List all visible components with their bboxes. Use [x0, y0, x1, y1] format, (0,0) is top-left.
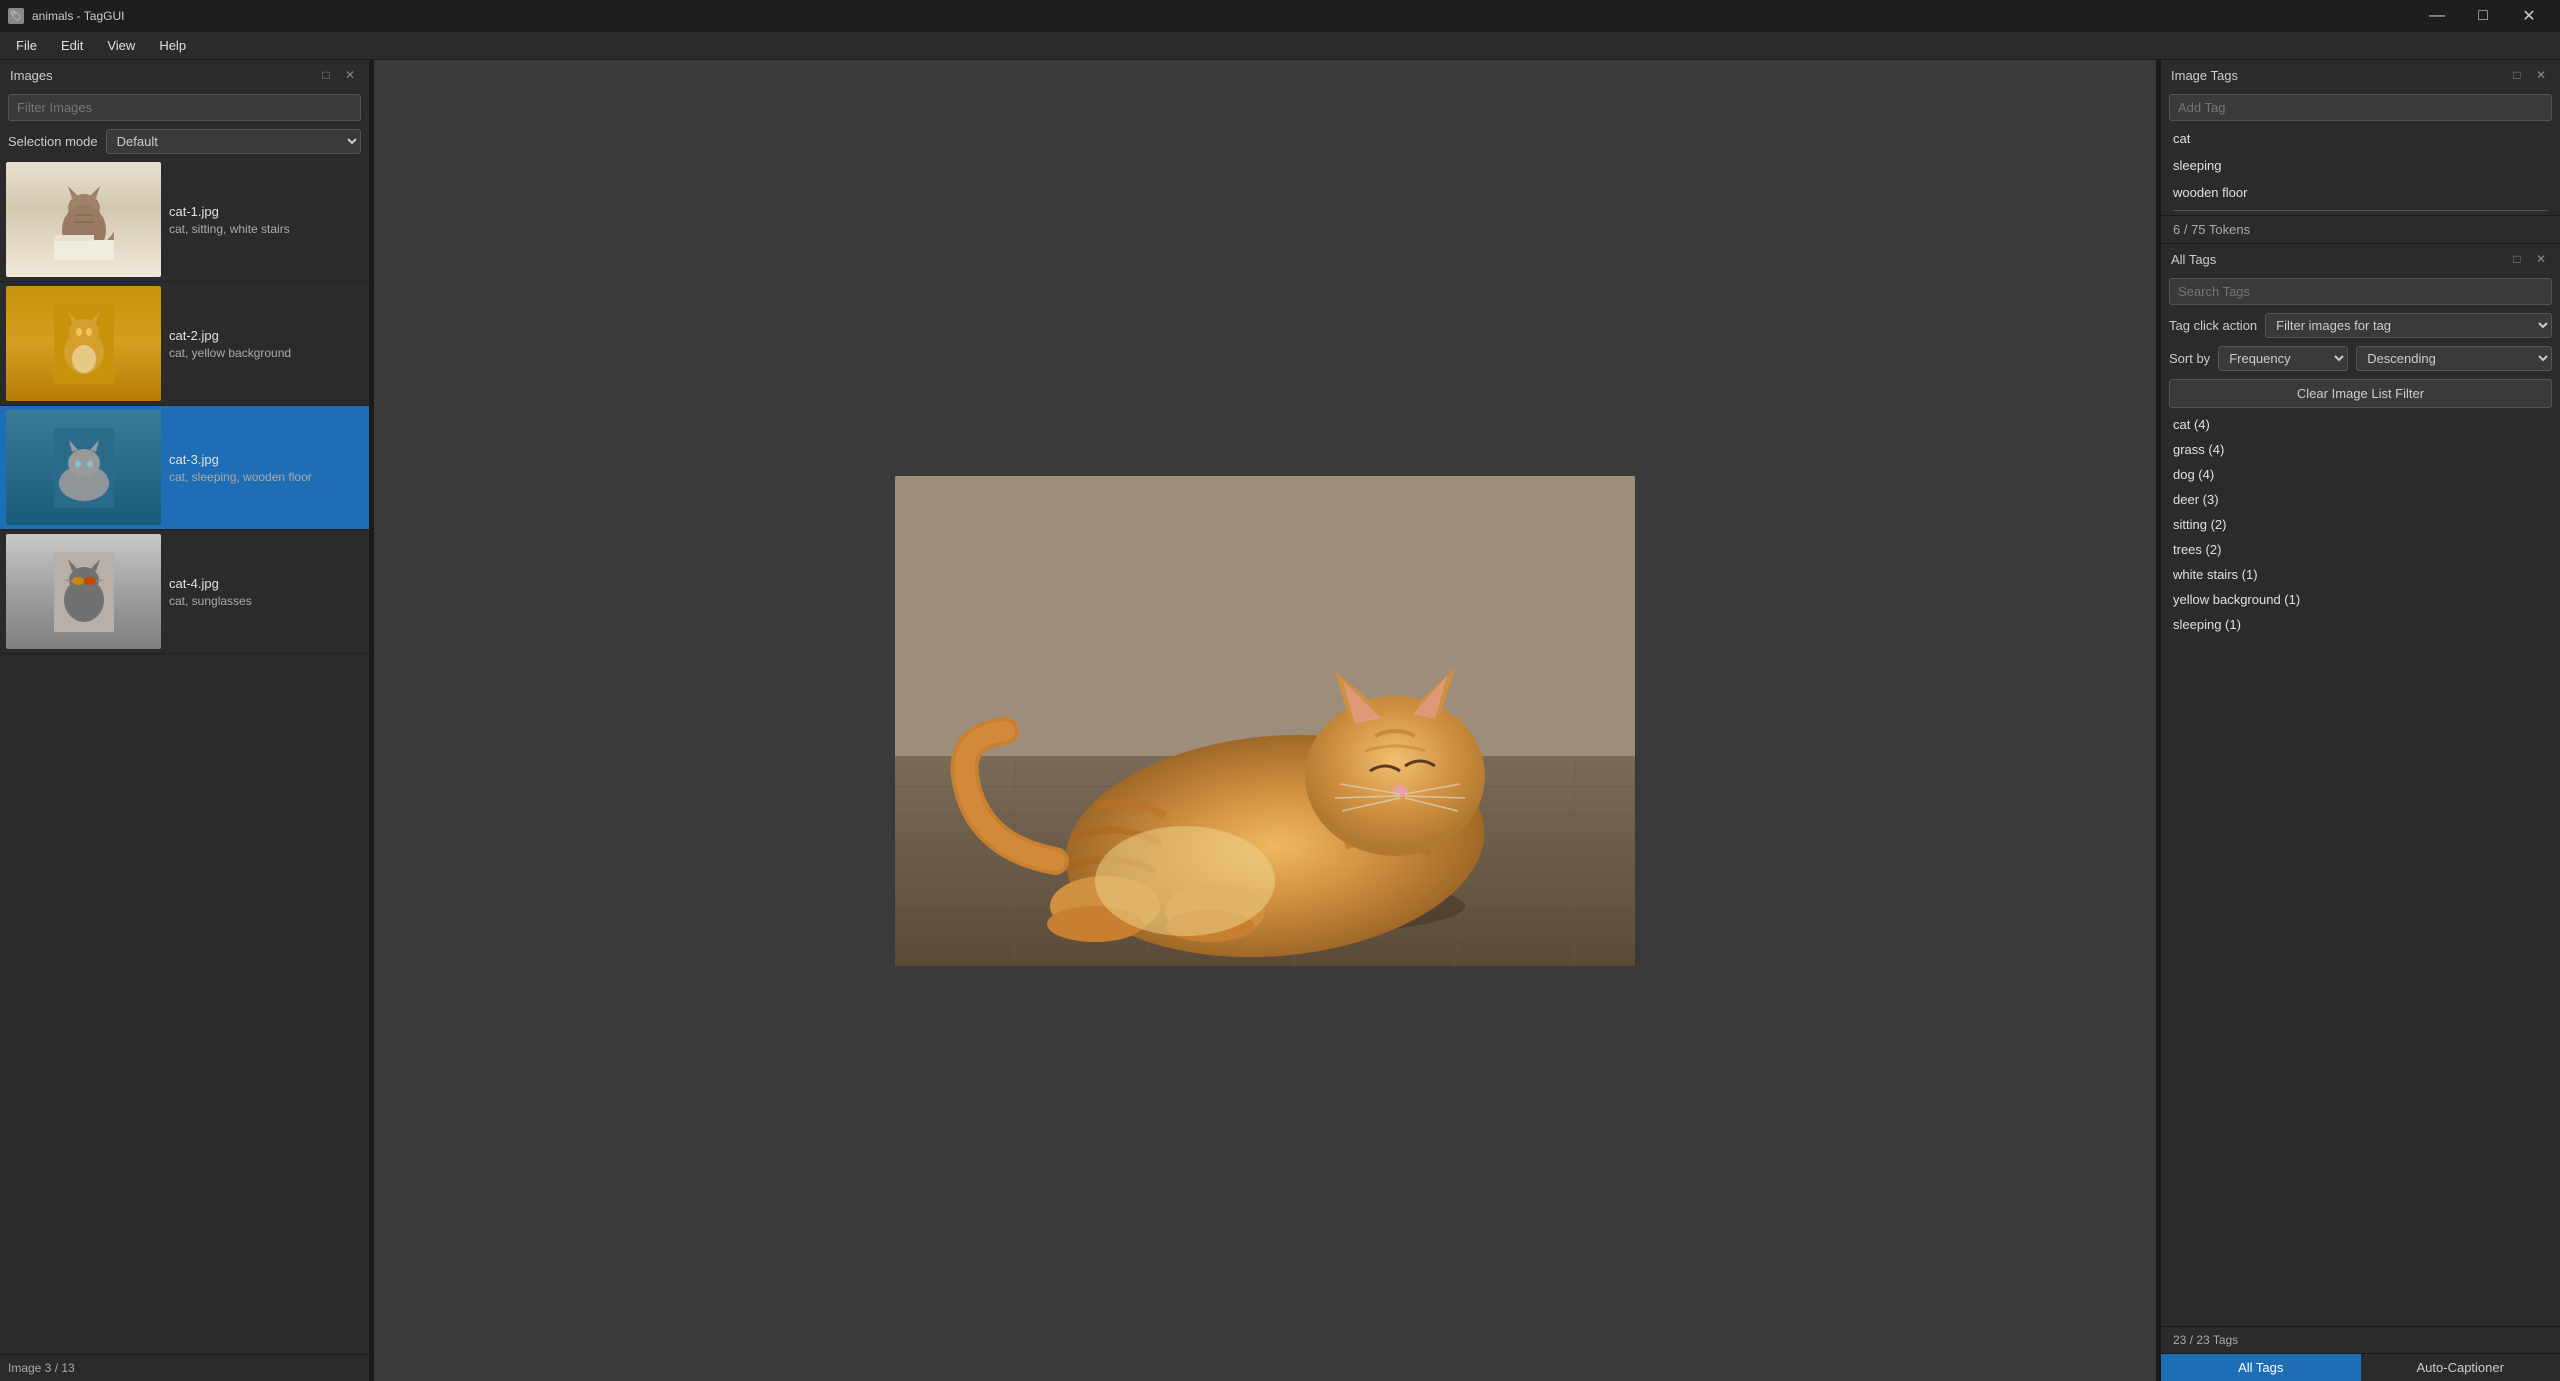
image-filename: cat-2.jpg [169, 328, 363, 343]
image-info: cat-2.jpg cat, yellow background [169, 328, 363, 360]
image-thumbnail [6, 534, 161, 649]
all-tags-controls: □ ✕ [2508, 250, 2550, 268]
images-panel-close-button[interactable]: ✕ [341, 66, 359, 84]
filter-images-input[interactable] [8, 94, 361, 121]
menu-file[interactable]: File [4, 34, 49, 57]
image-list-item[interactable]: cat-2.jpg cat, yellow background [0, 282, 369, 406]
sort-by-row: Sort by Frequency Alphabetical Descendin… [2161, 342, 2560, 375]
image-thumbnail [6, 162, 161, 277]
selection-mode-select[interactable]: Default Multi-select [106, 129, 361, 154]
thumbnail-cat3 [6, 410, 161, 525]
thumbnail-cat1 [6, 162, 161, 277]
all-tags-close-button[interactable]: ✕ [2532, 250, 2550, 268]
main-image-display [895, 476, 1635, 966]
sort-by-select[interactable]: Frequency Alphabetical [2218, 346, 2348, 371]
all-tags-pin-button[interactable]: □ [2508, 250, 2526, 268]
image-filename: cat-1.jpg [169, 204, 363, 219]
all-tags-list-item[interactable]: sleeping (1) [2161, 612, 2560, 637]
current-image-tags-list: cat sleeping wooden floor [2161, 125, 2560, 206]
image-list-item[interactable]: cat-1.jpg cat, sitting, white stairs [0, 158, 369, 282]
tag-click-action-row: Tag click action Filter images for tag A… [2161, 309, 2560, 342]
image-tags-text: cat, yellow background [169, 346, 363, 360]
divider [2173, 210, 2548, 211]
tokens-display: 6 / 75 Tokens [2161, 215, 2560, 244]
tag-list-item[interactable]: wooden floor [2161, 179, 2560, 206]
sort-by-label: Sort by [2169, 351, 2210, 366]
images-panel-pin-button[interactable]: □ [317, 66, 335, 84]
all-tags-list-item[interactable]: white stairs (1) [2161, 562, 2560, 587]
tag-click-action-label: Tag click action [2169, 318, 2257, 333]
all-tags-list-item[interactable]: dog (4) [2161, 462, 2560, 487]
menu-view[interactable]: View [95, 34, 147, 57]
image-info: cat-1.jpg cat, sitting, white stairs [169, 204, 363, 236]
close-button[interactable]: ✕ [2506, 0, 2552, 32]
main-image-container [895, 476, 1635, 966]
all-tags-list-item[interactable]: deer (3) [2161, 487, 2560, 512]
images-panel-controls: □ ✕ [317, 66, 359, 84]
all-tags-list-item[interactable]: trees (2) [2161, 537, 2560, 562]
main-content: Images □ ✕ Selection mode Default Multi-… [0, 60, 2560, 1381]
all-tags-footer: All Tags Auto-Captioner [2161, 1353, 2560, 1381]
image-list-item[interactable]: cat-3.jpg cat, sleeping, wooden floor [0, 406, 369, 530]
titlebar: 🏷 animals - TagGUI — □ ✕ [0, 0, 2560, 32]
tag-click-action-select[interactable]: Filter images for tag Add tag to image R… [2265, 313, 2552, 338]
image-tags-text: cat, sleeping, wooden floor [169, 470, 363, 484]
search-tags-input[interactable] [2169, 278, 2552, 305]
images-panel-header: Images □ ✕ [0, 60, 369, 90]
minimize-button[interactable]: — [2414, 0, 2460, 32]
image-thumbnail [6, 410, 161, 525]
image-tags-close-button[interactable]: ✕ [2532, 66, 2550, 84]
image-filename: cat-3.jpg [169, 452, 363, 467]
all-tags-list-item[interactable]: sitting (2) [2161, 512, 2560, 537]
selection-mode-row: Selection mode Default Multi-select [0, 125, 369, 158]
tag-list-item[interactable]: cat [2161, 125, 2560, 152]
right-panel: Image Tags □ ✕ cat sleeping wooden floor… [2160, 60, 2560, 1381]
auto-captioner-tab[interactable]: Auto-Captioner [2361, 1354, 2560, 1381]
image-thumbnail [6, 286, 161, 401]
all-tags-header: All Tags □ ✕ [2161, 244, 2560, 274]
image-info: cat-3.jpg cat, sleeping, wooden floor [169, 452, 363, 484]
image-tags-text: cat, sitting, white stairs [169, 222, 363, 236]
add-tag-input[interactable] [2169, 94, 2552, 121]
images-panel: Images □ ✕ Selection mode Default Multi-… [0, 60, 370, 1381]
image-tags-pin-button[interactable]: □ [2508, 66, 2526, 84]
app-title: animals - TagGUI [32, 9, 124, 23]
image-filename: cat-4.jpg [169, 576, 363, 591]
all-tags-list-item[interactable]: grass (4) [2161, 437, 2560, 462]
all-tags-list: cat (4) grass (4) dog (4) deer (3) sitti… [2161, 412, 2560, 1326]
menu-help[interactable]: Help [147, 34, 198, 57]
image-tags-controls: □ ✕ [2508, 66, 2550, 84]
image-list-item[interactable]: cat-4.jpg cat, sunglasses [0, 530, 369, 654]
all-tags-count: 23 / 23 Tags [2161, 1326, 2560, 1353]
sort-order-select[interactable]: Descending Ascending [2356, 346, 2552, 371]
all-tags-list-item[interactable]: yellow background (1) [2161, 587, 2560, 612]
all-tags-title: All Tags [2171, 252, 2216, 267]
image-tags-header: Image Tags □ ✕ [2161, 60, 2560, 90]
thumbnail-cat2 [6, 286, 161, 401]
titlebar-left: 🏷 animals - TagGUI [8, 8, 124, 24]
app-icon: 🏷 [8, 8, 24, 24]
menubar: File Edit View Help [0, 32, 2560, 60]
image-info: cat-4.jpg cat, sunglasses [169, 576, 363, 608]
image-list: cat-1.jpg cat, sitting, white stairs [0, 158, 369, 1354]
all-tags-tab[interactable]: All Tags [2161, 1354, 2361, 1381]
image-tags-text: cat, sunglasses [169, 594, 363, 608]
tag-list-item[interactable]: sleeping [2161, 152, 2560, 179]
all-tags-list-item[interactable]: cat (4) [2161, 412, 2560, 437]
image-tags-title: Image Tags [2171, 68, 2238, 83]
menu-edit[interactable]: Edit [49, 34, 95, 57]
maximize-button[interactable]: □ [2460, 0, 2506, 32]
selection-mode-label: Selection mode [8, 134, 98, 149]
images-panel-title: Images [10, 68, 53, 83]
clear-image-list-filter-button[interactable]: Clear Image List Filter [2169, 379, 2552, 408]
thumbnail-cat4 [6, 534, 161, 649]
center-panel [374, 60, 2156, 1381]
all-tags-section: All Tags □ ✕ Tag click action Filter ima… [2161, 244, 2560, 1381]
image-status: Image 3 / 13 [0, 1354, 369, 1381]
titlebar-controls: — □ ✕ [2414, 0, 2552, 32]
